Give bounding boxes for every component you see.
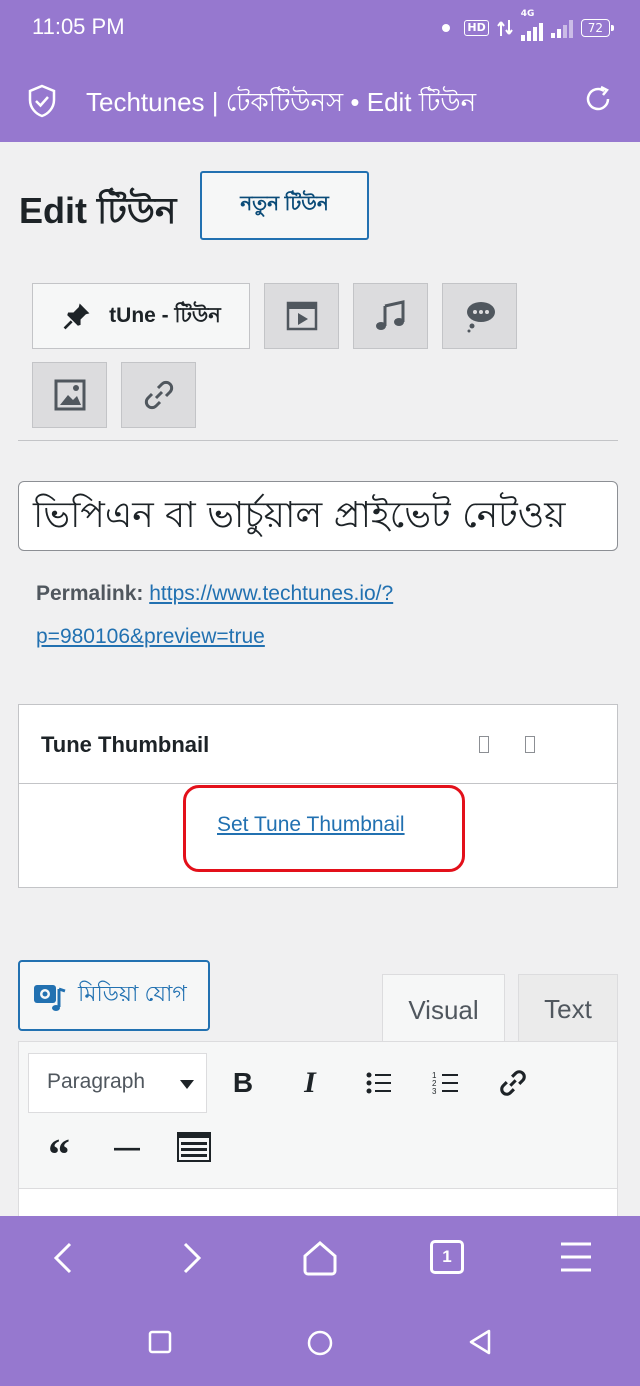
home-icon[interactable]	[300, 1238, 340, 1278]
link-icon	[144, 380, 173, 410]
status-bar: 11:05 PM HD 4G 72	[0, 0, 640, 60]
permalink-label: Permalink:	[36, 582, 144, 605]
permalink-url-line1[interactable]: https://www.techtunes.io/?	[149, 582, 393, 605]
bold-button[interactable]: B	[223, 1063, 263, 1103]
battery-icon: 72	[580, 19, 615, 37]
format-select-value: Paragraph	[47, 1070, 146, 1093]
format-audio-button[interactable]	[353, 283, 428, 349]
bottom-navigation: 1	[0, 1216, 640, 1386]
page-url-title[interactable]: Techtunes | টেকটিউনস • Edit টিউন	[86, 82, 476, 126]
bullet-list-button[interactable]	[359, 1063, 399, 1103]
editor-toolbar: Paragraph B I 1 2 3 “ —	[18, 1041, 618, 1188]
reload-icon[interactable]	[582, 82, 614, 116]
format-image-button[interactable]	[32, 362, 107, 428]
permalink-url-line2[interactable]: p=980106&preview=true	[36, 625, 265, 648]
highlight-annotation	[183, 785, 465, 872]
add-media-label: মিডিয়া যোগ	[78, 981, 187, 1006]
recent-apps-icon[interactable]	[148, 1330, 172, 1354]
shield-check-icon[interactable]	[26, 84, 58, 118]
system-back-icon[interactable]	[468, 1328, 492, 1356]
system-home-icon[interactable]	[306, 1329, 334, 1357]
status-indicators: HD 4G 72	[442, 9, 615, 41]
bullet-list-icon	[366, 1072, 391, 1094]
blockquote-button[interactable]: “	[39, 1128, 79, 1177]
tab-text[interactable]: Text	[518, 974, 618, 1044]
network-type: 4G	[520, 9, 535, 19]
format-chat-button[interactable]	[442, 283, 517, 349]
move-up-icon[interactable]	[479, 736, 489, 753]
move-down-icon[interactable]	[525, 736, 535, 753]
format-select[interactable]: Paragraph	[28, 1053, 207, 1113]
tabs-count-button[interactable]: 1	[430, 1240, 464, 1274]
svg-text:3: 3	[432, 1087, 437, 1096]
chevron-down-icon	[180, 1080, 194, 1089]
tab-visual[interactable]: Visual	[382, 974, 505, 1046]
tabs-count: 1	[442, 1247, 452, 1266]
toolbar-toggle-button[interactable]	[174, 1127, 214, 1167]
signal-strength-2-icon	[550, 18, 573, 38]
divider	[18, 440, 618, 441]
media-camera-icon	[34, 984, 66, 1011]
back-icon[interactable]	[48, 1240, 80, 1276]
menu-icon[interactable]	[558, 1240, 594, 1274]
insert-link-button[interactable]	[493, 1063, 533, 1103]
signal-4g: 4G	[520, 9, 543, 41]
horizontal-line-button[interactable]: —	[107, 1127, 147, 1167]
thumbnail-box-header: Tune Thumbnail	[19, 705, 617, 784]
format-video-button[interactable]	[264, 283, 339, 349]
permalink: Permalink: https://www.techtunes.io/? p=9…	[36, 572, 596, 658]
format-link-button[interactable]	[121, 362, 196, 428]
pin-icon	[63, 303, 90, 330]
browser-address-bar[interactable]: Techtunes | টেকটিউনস • Edit টিউন	[0, 60, 640, 142]
format-tune-button[interactable]: tUne - টিউন	[32, 283, 250, 349]
format-tune-label: tUne - টিউন	[109, 303, 221, 327]
page-title: Edit টিউন	[19, 190, 177, 231]
data-arrows-icon	[496, 20, 513, 36]
image-icon	[54, 379, 85, 411]
hd-badge: HD	[464, 20, 489, 36]
notification-dot-icon	[442, 24, 451, 32]
signal-strength-icon	[520, 21, 543, 41]
status-time: 11:05 PM	[32, 14, 125, 39]
add-media-button[interactable]: মিডিয়া যোগ	[18, 960, 210, 1031]
numbered-list-icon: 1 2 3	[432, 1071, 458, 1096]
keyboard-icon	[177, 1132, 211, 1162]
italic-button[interactable]: I	[290, 1063, 330, 1103]
thumbnail-box-title: Tune Thumbnail	[41, 732, 210, 757]
chat-icon	[466, 302, 495, 333]
insert-link-icon	[500, 1070, 526, 1096]
new-tune-button[interactable]: নতুন টিউন	[200, 171, 369, 240]
post-title-input[interactable]: ভিপিএন বা ভার্চুয়াল প্রাইভেট নেটওয়	[18, 481, 618, 551]
video-icon	[286, 301, 317, 331]
editor-content-area[interactable]	[18, 1188, 618, 1218]
forward-icon[interactable]	[175, 1240, 207, 1276]
audio-icon	[375, 300, 404, 330]
numbered-list-button[interactable]: 1 2 3	[426, 1063, 466, 1103]
